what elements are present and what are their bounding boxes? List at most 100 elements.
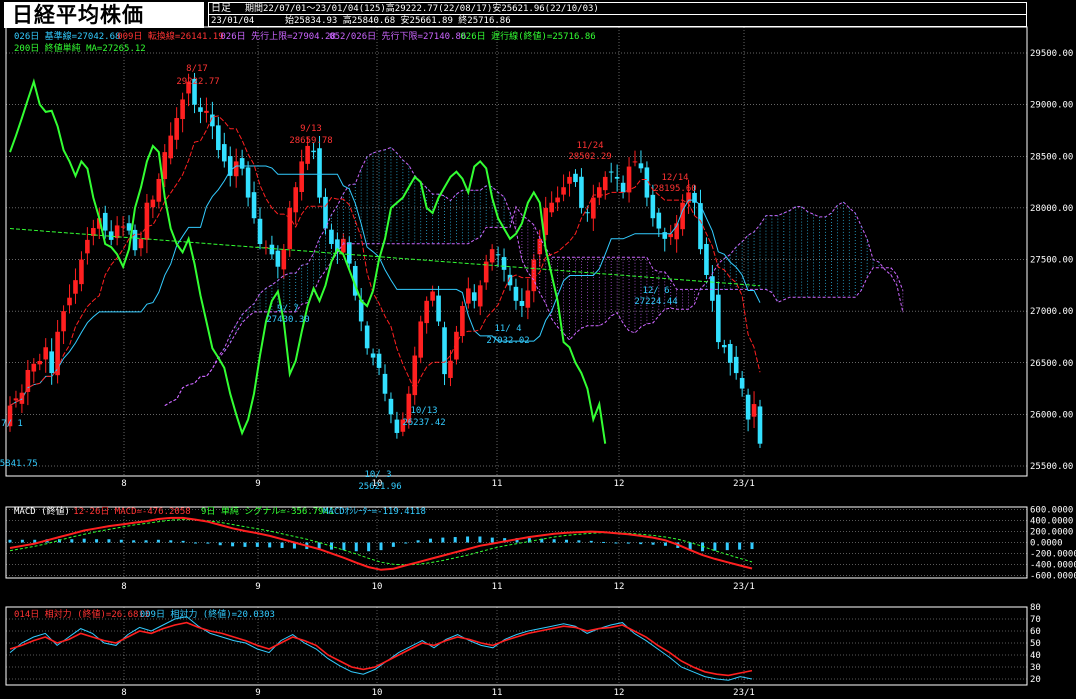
candle-body <box>257 218 263 245</box>
macd-oscillator-bar <box>20 539 24 543</box>
candle-body <box>620 182 626 193</box>
macd-x-tick-label: 23/1 <box>733 582 755 592</box>
macd-oscillator-bar <box>626 542 630 544</box>
macd-oscillator-bar <box>602 541 606 543</box>
macd-oscillator-bar <box>490 537 494 543</box>
macd-oscillator-bar <box>416 540 420 543</box>
macd-oscillator-bar <box>404 542 408 544</box>
candle-body <box>61 311 66 332</box>
macd-y-tick-label: 200.0000 <box>1030 528 1073 538</box>
macd-legend-entry: 9日 単純 シグナル=-356.7941 <box>201 505 334 517</box>
peak-date-annotation: 10/13 <box>410 406 437 416</box>
rsi-y-tick-label: 70 <box>1030 615 1041 625</box>
candle-body <box>567 176 572 184</box>
macd-oscillator-bar <box>614 542 618 544</box>
candle-body <box>221 144 227 162</box>
candle-body <box>721 344 727 348</box>
candle-body <box>745 394 751 420</box>
rsi-y-tick-label: 50 <box>1030 639 1041 649</box>
macd-oscillator-bar <box>82 538 86 543</box>
macd-oscillator-bar <box>552 539 556 543</box>
macd-oscillator-bar <box>156 539 160 543</box>
candle-body <box>561 187 566 195</box>
candle-body <box>168 135 174 159</box>
candle-body <box>739 377 745 389</box>
peak-date-annotation: 12/14 <box>661 173 688 183</box>
macd-oscillator-bar <box>478 536 482 543</box>
candle-body <box>269 244 275 255</box>
main-x-tick-label: 8 <box>121 479 126 489</box>
candle-body <box>120 226 126 228</box>
main-y-tick-label: 29000.00 <box>1030 101 1073 111</box>
macd-oscillator-bar <box>651 542 655 545</box>
rsi-y-tick-label: 20 <box>1030 675 1041 685</box>
candle-body <box>460 305 465 337</box>
rsi-legend-entry: 014日 相対力 (終値)=26.6813 <box>14 608 149 620</box>
peak-value-annotation: 26237.42 <box>402 418 445 428</box>
candle-body <box>382 373 388 394</box>
candle-body <box>138 238 144 249</box>
candle-body <box>549 202 554 213</box>
candle-body <box>85 239 90 254</box>
candle-body <box>525 290 531 308</box>
macd-oscillator-bar <box>466 536 470 543</box>
candle-body <box>727 344 733 363</box>
candle-body <box>132 229 138 251</box>
macd-oscillator-bar <box>441 537 445 543</box>
main-y-tick-label: 26000.00 <box>1030 410 1073 420</box>
macd-oscillator-bar <box>391 542 395 547</box>
macd-oscillator-bar <box>132 540 136 543</box>
candle-body <box>650 194 656 219</box>
main-y-tick-label: 25500.00 <box>1030 462 1073 472</box>
candle-body <box>471 292 477 301</box>
macd-x-tick-label: 9 <box>255 582 260 592</box>
candle-body <box>698 203 703 250</box>
candle-body <box>233 161 239 177</box>
candle-body <box>341 238 346 253</box>
candle-body <box>346 242 352 264</box>
candle-body <box>579 176 584 208</box>
rsi-y-tick-label: 30 <box>1030 663 1041 673</box>
macd-oscillator-bar <box>218 542 222 546</box>
candle-body <box>13 398 19 401</box>
candle-body <box>305 145 310 164</box>
candle-body <box>37 360 43 365</box>
macd-oscillator-bar <box>144 540 148 543</box>
candle-body <box>442 327 447 375</box>
candle-body <box>489 249 495 263</box>
candle-body <box>281 249 287 270</box>
candle-body <box>150 199 156 208</box>
candle-body <box>174 118 179 140</box>
macd-y-tick-label: 0.0000 <box>1030 539 1063 549</box>
rsi9-line <box>9 616 753 681</box>
macd-x-tick-label: 8 <box>121 582 126 592</box>
rsi-x-tick-label: 23/1 <box>733 688 755 698</box>
candle-body <box>573 173 578 183</box>
macd-oscillator-bar <box>181 540 185 543</box>
macd-oscillator-bar <box>33 539 37 543</box>
peak-value-annotation: 28502.29 <box>568 152 611 162</box>
main-y-tick-label: 28500.00 <box>1030 152 1073 162</box>
macd-oscillator-bar <box>639 542 643 545</box>
candle-body <box>216 125 221 151</box>
main-y-tick-label: 28000.00 <box>1030 204 1073 214</box>
candle-body <box>585 212 590 214</box>
main-y-tick-label: 27000.00 <box>1030 307 1073 317</box>
candle-body <box>245 167 251 198</box>
macd-oscillator-bar <box>453 537 457 543</box>
candle-body <box>477 285 483 307</box>
macd-oscillator-bar <box>663 542 667 546</box>
macd-oscillator-bar <box>750 542 754 550</box>
candle-body <box>73 280 78 294</box>
candle-body <box>293 187 299 213</box>
candle-body <box>466 288 471 304</box>
candle-body <box>424 300 429 324</box>
candle-body <box>716 294 721 343</box>
macd-oscillator-bar <box>428 538 432 543</box>
macd-oscillator-bar <box>342 542 346 551</box>
macd-oscillator-bar <box>738 542 742 550</box>
candle-body <box>370 353 376 358</box>
macd-oscillator-bar <box>231 542 235 547</box>
macd-oscillator-bar <box>95 539 99 543</box>
rsi-x-tick-label: 8 <box>121 688 126 698</box>
